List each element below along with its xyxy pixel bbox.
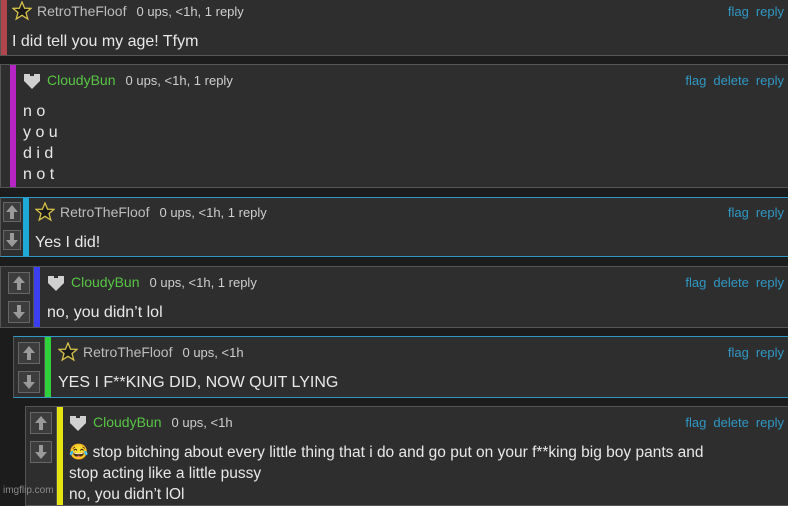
reply-link[interactable]: reply (756, 4, 784, 19)
comment-text-line: 😂 stop bitching about every little thing… (69, 444, 704, 461)
arrow-up-icon (6, 205, 18, 219)
comment-4: CloudyBun 0 ups, <1h, 1 reply flag delet… (0, 266, 788, 328)
comment-actions: flag delete reply (685, 410, 784, 434)
comment-3: RetroTheFloof 0 ups, <1h, 1 reply flag r… (0, 197, 788, 257)
comment-username[interactable]: CloudyBun (93, 414, 162, 430)
comment-text-line: no, you didn’t lOl (69, 486, 185, 503)
reply-link[interactable]: reply (756, 345, 784, 360)
reply-link[interactable]: reply (756, 73, 784, 88)
comment-meta: 0 ups, <1h, 1 reply (159, 204, 267, 220)
comment-6: CloudyBun 0 ups, <1h flag delete reply 😂… (25, 406, 788, 506)
reply-link[interactable]: reply (756, 415, 784, 430)
comment-thread-bar (10, 65, 16, 187)
flag-link[interactable]: flag (728, 205, 749, 220)
delete-link[interactable]: delete (713, 73, 748, 88)
comment-text-line: n o t (23, 166, 55, 183)
upvote-button[interactable] (3, 202, 21, 222)
comment-username[interactable]: RetroTheFloof (60, 204, 149, 220)
downvote-button[interactable] (8, 301, 30, 323)
comment-actions: flag reply (728, 340, 784, 364)
comment-thread-bar (34, 267, 40, 327)
comment-5: RetroTheFloof 0 ups, <1h flag reply YES … (13, 336, 788, 398)
vote-column (1, 198, 24, 256)
comment-meta: 0 ups, <1h, 1 reply (149, 274, 257, 290)
delete-link[interactable]: delete (713, 415, 748, 430)
comment-actions: flag delete reply (685, 270, 784, 294)
comment-text-line: y o u (23, 124, 58, 141)
comment-username[interactable]: CloudyBun (47, 72, 116, 88)
comment-actions: flag reply (728, 200, 784, 224)
arrow-up-icon (23, 346, 35, 360)
comment-text-line: I did tell you my age! Tfym (12, 33, 199, 50)
flag-link[interactable]: flag (685, 275, 706, 290)
comment-body: I did tell you my age! Tfym (12, 31, 784, 52)
reply-link[interactable]: reply (756, 275, 784, 290)
comment-thread-bar (57, 407, 63, 505)
imgflip-watermark: imgflip.com (3, 485, 54, 496)
upvote-button[interactable] (18, 342, 40, 364)
reply-link[interactable]: reply (756, 205, 784, 220)
comment-meta: 0 ups, <1h (171, 414, 233, 430)
arrow-down-icon (13, 305, 25, 319)
heart-avatar-icon[interactable] (45, 272, 67, 292)
flag-link[interactable]: flag (728, 345, 749, 360)
comment-text-line: stop acting like a little pussy (69, 465, 262, 482)
comment-thread-bar (45, 337, 51, 397)
comment-username[interactable]: RetroTheFloof (37, 3, 126, 19)
comment-username[interactable]: CloudyBun (71, 274, 140, 290)
star-icon[interactable] (57, 342, 79, 362)
comment-body: no, you didn’t lol (47, 302, 784, 323)
comment-username[interactable]: RetroTheFloof (83, 344, 172, 360)
comment-1: RetroTheFloof 0 ups, <1h, 1 reply flag r… (0, 0, 788, 56)
arrow-down-icon (6, 233, 18, 247)
star-icon[interactable] (11, 1, 33, 21)
comment-thread-bar (1, 0, 7, 55)
comment-body: YES I F**KING DID, NOW QUIT LYING (58, 372, 784, 393)
comment-text-line: n o (23, 103, 46, 120)
comment-body: n o y o u d i d n o t (23, 101, 784, 185)
comment-text-line: Yes I did! (35, 234, 101, 251)
star-icon[interactable] (34, 202, 56, 222)
comment-meta: 0 ups, <1h, 1 reply (125, 72, 233, 88)
comment-thread-bar (23, 198, 29, 256)
delete-link[interactable]: delete (713, 275, 748, 290)
comment-meta: 0 ups, <1h (182, 344, 244, 360)
upvote-button[interactable] (30, 412, 52, 434)
arrow-up-icon (35, 416, 47, 430)
comment-actions: flag reply (728, 0, 784, 23)
vote-column (3, 267, 34, 327)
downvote-button[interactable] (30, 441, 52, 463)
upvote-button[interactable] (8, 272, 30, 294)
flag-link[interactable]: flag (685, 415, 706, 430)
vote-column (14, 337, 45, 397)
downvote-button[interactable] (18, 371, 40, 393)
comment-text-line: d i d (23, 145, 54, 162)
heart-avatar-icon[interactable] (21, 70, 43, 90)
comment-body: 😂 stop bitching about every little thing… (69, 442, 784, 505)
downvote-button[interactable] (3, 230, 21, 250)
comment-2: CloudyBun 0 ups, <1h, 1 reply flag delet… (0, 64, 788, 188)
arrow-down-icon (23, 375, 35, 389)
comment-actions: flag delete reply (685, 68, 784, 92)
comment-body: Yes I did! (35, 232, 784, 253)
comment-meta: 0 ups, <1h, 1 reply (136, 3, 244, 19)
flag-link[interactable]: flag (685, 73, 706, 88)
comment-text-line: no, you didn’t lol (47, 304, 163, 321)
arrow-down-icon (35, 445, 47, 459)
comment-text-line: YES I F**KING DID, NOW QUIT LYING (58, 374, 339, 391)
flag-link[interactable]: flag (728, 4, 749, 19)
heart-avatar-icon[interactable] (67, 412, 89, 432)
arrow-up-icon (13, 276, 25, 290)
